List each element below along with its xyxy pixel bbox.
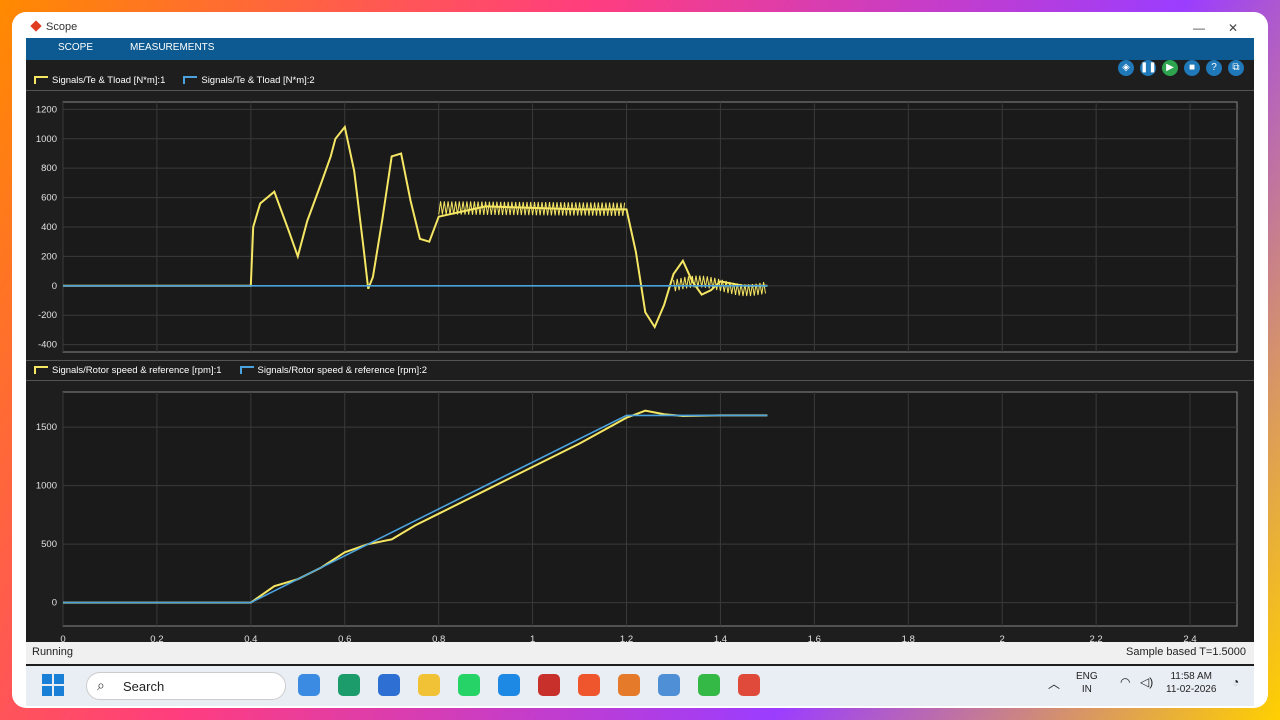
y-tick-label: 1000 xyxy=(36,134,57,145)
camtasia-icon[interactable] xyxy=(698,674,720,696)
brave-icon[interactable] xyxy=(578,674,600,696)
y-tick-label: -200 xyxy=(38,310,57,321)
vscode-icon[interactable] xyxy=(498,674,520,696)
y-tick-label: 0 xyxy=(52,598,57,609)
scope-plots[interactable]: 120010008006004002000-200-40015001000500… xyxy=(26,18,1254,642)
x-tick-label: 2.2 xyxy=(1090,634,1103,642)
x-tick-label: 1.2 xyxy=(620,634,633,642)
region-label: IN xyxy=(1081,684,1092,695)
y-tick-label: 1200 xyxy=(36,104,57,115)
matlab-icon[interactable] xyxy=(618,674,640,696)
filezilla-icon[interactable] xyxy=(538,674,560,696)
language-indicator[interactable]: ENG IN xyxy=(1076,670,1098,696)
status-running: Running xyxy=(32,646,73,658)
taskbar: ⌕ Search ︿ ENG IN ◠ ◁) 11:58 AM 11-02-20… xyxy=(26,666,1254,706)
mail-icon[interactable] xyxy=(378,674,400,696)
y-tick-label: 800 xyxy=(41,163,57,174)
clock-date: 11-02-2026 xyxy=(1166,684,1217,695)
x-tick-label: 0.8 xyxy=(432,634,445,642)
x-tick-label: 0.4 xyxy=(244,634,257,642)
status-sample-time: Sample based T=1.5000 xyxy=(1126,646,1246,658)
y-tick-label: 600 xyxy=(41,193,57,204)
y-tick-label: 0 xyxy=(52,281,57,292)
x-tick-label: 0.6 xyxy=(338,634,351,642)
settings-icon[interactable] xyxy=(338,674,360,696)
y-tick-label: 1500 xyxy=(36,422,57,433)
search-icon: ⌕ xyxy=(97,677,105,693)
y-tick-label: 500 xyxy=(41,539,57,550)
x-tick-label: 2 xyxy=(1000,634,1005,642)
folder-icon[interactable] xyxy=(418,674,440,696)
wifi-icon[interactable]: ◠ xyxy=(1120,676,1130,689)
x-tick-label: 2.4 xyxy=(1183,634,1196,642)
x-tick-label: 0 xyxy=(60,634,65,642)
scope-window: Scope — ✕ SCOPE MEASUREMENTS ◈ ❚❚ ▶ ■ ? … xyxy=(26,18,1254,672)
windows-logo-icon xyxy=(42,674,52,684)
x-tick-label: 1.8 xyxy=(902,634,915,642)
speaker-icon[interactable]: ◁) xyxy=(1140,676,1153,689)
y-tick-label: -400 xyxy=(38,340,57,351)
recorder-icon[interactable] xyxy=(738,674,760,696)
y-tick-label: 1000 xyxy=(36,481,57,492)
whatsapp-icon[interactable] xyxy=(458,674,480,696)
start-button[interactable] xyxy=(42,674,64,696)
search-placeholder: Search xyxy=(123,679,165,694)
screen-frame: Scope — ✕ SCOPE MEASUREMENTS ◈ ❚❚ ▶ ■ ? … xyxy=(12,12,1268,708)
taskbar-search[interactable]: ⌕ Search xyxy=(86,672,286,700)
x-tick-label: 0.2 xyxy=(150,634,163,642)
photos-icon[interactable] xyxy=(658,674,680,696)
y-tick-label: 400 xyxy=(41,222,57,233)
file-explorer-icon[interactable] xyxy=(298,674,320,696)
chevron-up-icon[interactable]: ︿ xyxy=(1048,678,1060,691)
lang-label: ENG xyxy=(1076,671,1098,682)
x-tick-label: 1.4 xyxy=(714,634,727,642)
status-bar: Running Sample based T=1.5000 xyxy=(26,642,1254,664)
x-tick-label: 1.6 xyxy=(808,634,821,642)
clock-time: 11:58 AM xyxy=(1170,671,1212,682)
y-tick-label: 200 xyxy=(41,251,57,262)
notification-bell-icon[interactable]: ◔ xyxy=(1232,676,1239,689)
clock[interactable]: 11:58 AM 11-02-2026 xyxy=(1166,670,1216,696)
x-tick-label: 1 xyxy=(530,634,535,642)
